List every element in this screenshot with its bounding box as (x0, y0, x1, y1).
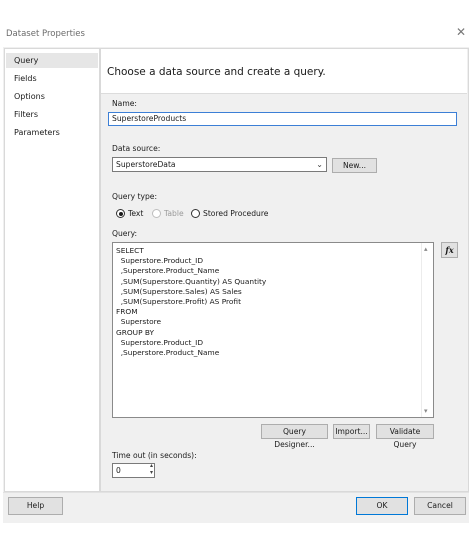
timeout-input[interactable]: 0 ▴ ▾ (112, 463, 155, 478)
data-source-label: Data source: (112, 144, 161, 153)
query-label: Query: (112, 229, 138, 238)
radio-text[interactable] (116, 209, 125, 218)
expression-fx-button[interactable]: fx (441, 242, 458, 258)
data-source-value: SuperstoreData (116, 160, 176, 169)
radio-selected-dot (118, 211, 123, 216)
scroll-up-icon[interactable]: ▴ (424, 245, 428, 253)
new-datasource-button[interactable]: New... (332, 158, 377, 173)
spin-down-icon[interactable]: ▾ (150, 470, 153, 476)
radio-table-label: Table (164, 209, 184, 218)
nav-item-filters[interactable]: Filters (6, 107, 98, 122)
import-button[interactable]: Import... (333, 424, 370, 439)
help-button[interactable]: Help (8, 497, 63, 515)
window-title: Dataset Properties (6, 29, 85, 39)
radio-table[interactable] (152, 209, 161, 218)
radio-text-label: Text (128, 209, 144, 218)
query-editor[interactable]: SELECT Superstore.Product_ID ,Superstore… (112, 242, 434, 418)
nav-item-query[interactable]: Query (6, 53, 98, 68)
nav-item-options[interactable]: Options (6, 89, 98, 104)
chevron-down-icon: ⌄ (316, 160, 323, 169)
timeout-value: 0 (116, 466, 121, 475)
radio-stored-procedure-label: Stored Procedure (203, 209, 269, 218)
page-heading: Choose a data source and create a query. (107, 66, 326, 78)
nav-item-parameters[interactable]: Parameters (6, 125, 98, 140)
scroll-down-icon[interactable]: ▾ (424, 407, 428, 415)
validate-query-button[interactable]: Validate Query (376, 424, 434, 449)
nav-item-fields[interactable]: Fields (6, 71, 98, 86)
name-label: Name: (112, 99, 137, 108)
query-type-label: Query type: (112, 192, 158, 201)
cancel-button[interactable]: Cancel (414, 497, 466, 515)
radio-stored-procedure[interactable] (191, 209, 200, 218)
close-icon[interactable]: ✕ (456, 26, 466, 38)
timeout-label: Time out (in seconds): (112, 451, 197, 460)
data-source-select[interactable]: SuperstoreData ⌄ (112, 157, 327, 172)
query-designer-button[interactable]: Query Designer... (261, 424, 328, 449)
query-scrollbar[interactable]: ▴ ▾ (421, 243, 433, 417)
query-text: SELECT Superstore.Product_ID ,Superstore… (116, 246, 267, 358)
name-input[interactable]: SuperstoreProducts (108, 112, 457, 126)
nav-panel: Query Fields Options Filters Parameters (4, 48, 100, 492)
ok-button[interactable]: OK (356, 497, 408, 515)
